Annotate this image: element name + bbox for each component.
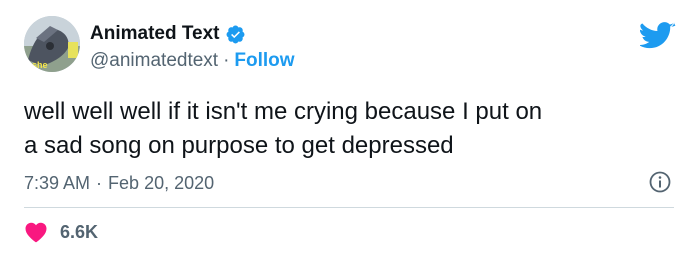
handle-row: @animatedtext · Follow <box>90 49 295 73</box>
tweet-card: she Animated Text @animatedtext · Follow… <box>0 0 700 260</box>
likes-count: 6.6K <box>60 222 99 242</box>
tweet-time[interactable]: 7:39 AM <box>24 171 90 195</box>
follow-button[interactable]: Follow <box>234 49 294 73</box>
info-icon[interactable] <box>648 170 672 194</box>
author-name-row: Animated Text <box>90 22 246 46</box>
heart-icon[interactable] <box>24 221 48 243</box>
tweet-text: well well well if it isn't me crying bec… <box>24 98 543 159</box>
handle[interactable]: @animatedtext <box>90 49 218 73</box>
avatar-image: she <box>24 16 80 72</box>
tweet-date[interactable]: Feb 20, 2020 <box>108 171 214 195</box>
display-name[interactable]: Animated Text <box>90 22 220 46</box>
twitter-bird-icon[interactable] <box>638 22 676 52</box>
likes-row[interactable]: 6.6K <box>24 219 98 245</box>
divider <box>24 207 674 208</box>
avatar[interactable]: she <box>24 16 80 72</box>
meta-separator-dot: · <box>96 173 103 193</box>
separator-dot: · <box>223 50 230 71</box>
avatar-caption: she <box>32 60 48 70</box>
tweet-meta: 7:39 AM · Feb 20, 2020 <box>24 171 214 195</box>
verified-badge-icon <box>225 24 246 45</box>
